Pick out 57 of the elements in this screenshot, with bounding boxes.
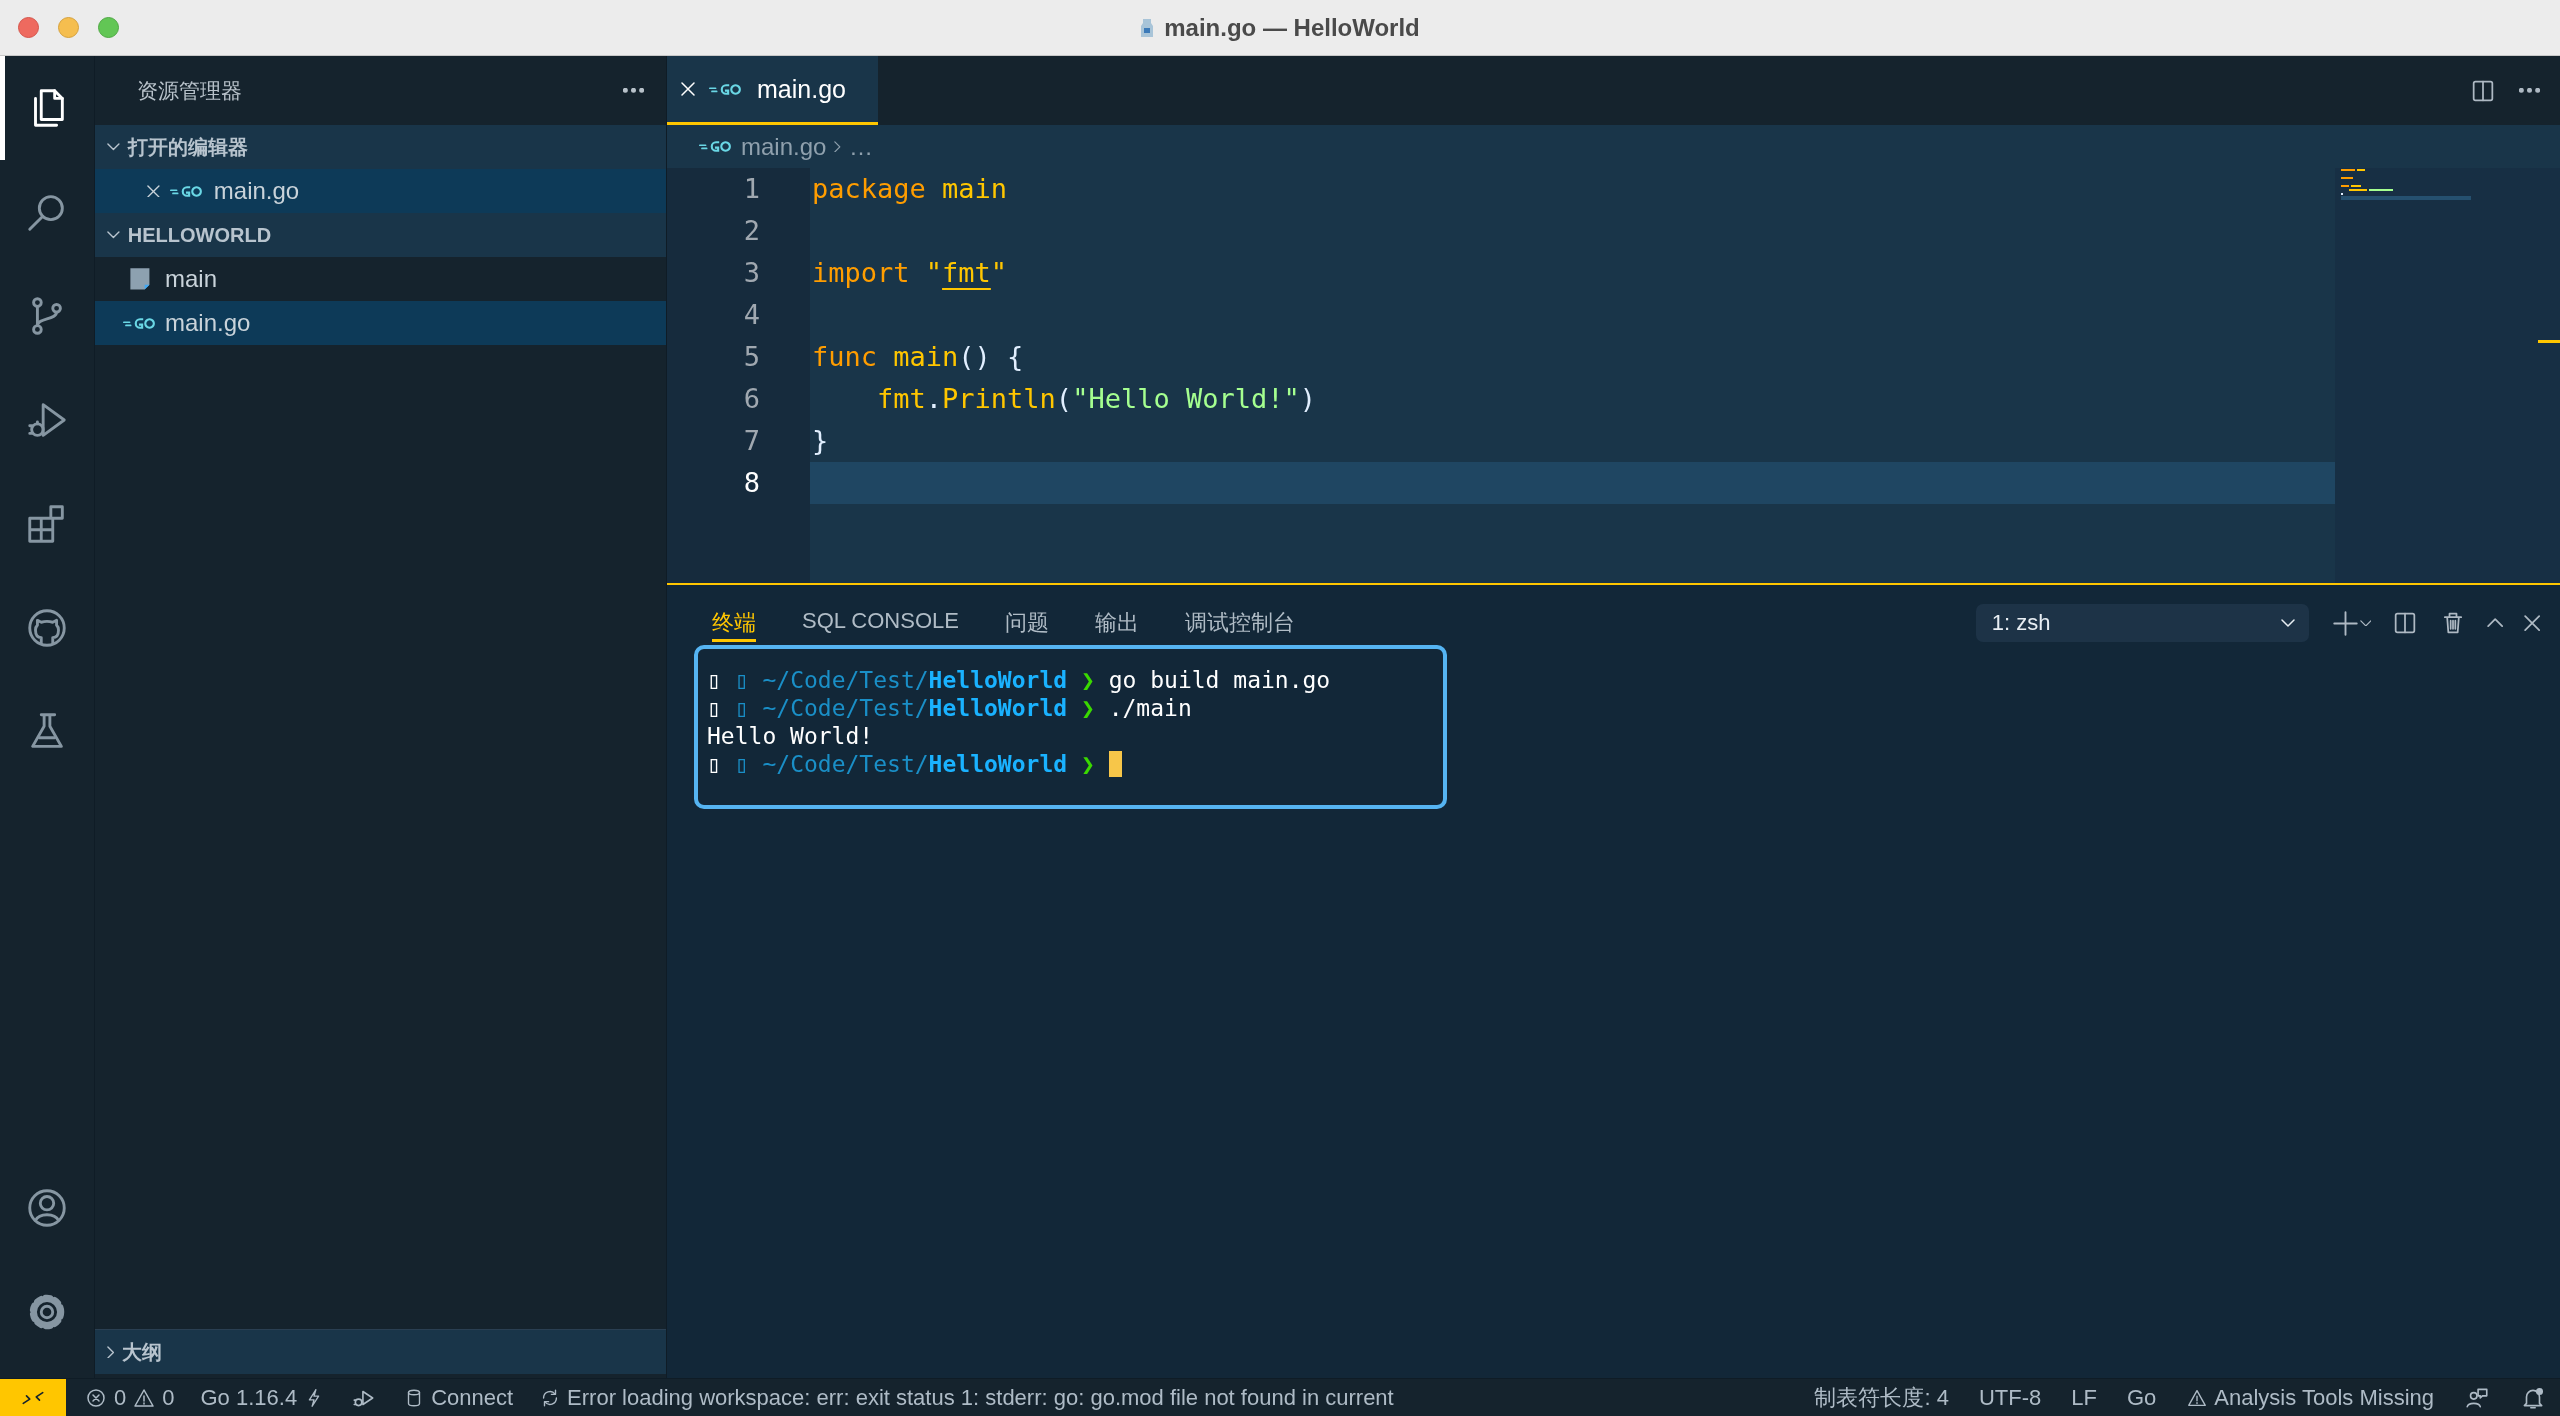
close-window-button[interactable]: [18, 17, 39, 38]
panel-tab[interactable]: 调试控制台: [1184, 604, 1295, 642]
chevron-down-icon[interactable]: [2359, 619, 2372, 627]
analysis-warning-button[interactable]: Analysis Tools Missing: [2186, 1379, 2434, 1416]
sidebar-title: 资源管理器: [137, 77, 242, 104]
terminal-line: ▯ ▯ ~/Code/Test/HelloWorld ❯ ./main: [707, 694, 1192, 722]
file-tree-item[interactable]: main: [95, 257, 666, 301]
terminal-line: ▯ ▯ ~/Code/Test/HelloWorld ❯ go build main.go: [707, 666, 1331, 694]
section-header[interactable]: HELLOWORLD: [95, 213, 666, 257]
panel-tab[interactable]: SQL CONSOLE: [802, 604, 959, 642]
panel-tab[interactable]: 终端: [712, 604, 756, 642]
window-title: main.go — HelloWorld: [1164, 13, 1420, 42]
more-icon[interactable]: [2519, 88, 2540, 93]
line-number: 8: [742, 466, 761, 500]
more-icon[interactable]: [623, 88, 644, 93]
file-icon: [1140, 17, 1155, 38]
go-file-icon: [699, 138, 733, 155]
problems-button[interactable]: 0 0: [84, 1379, 175, 1416]
status-item[interactable]: Go: [2126, 1379, 2157, 1416]
code-line: import "fmt": [812, 257, 1008, 288]
status-item[interactable]: UTF-8: [1978, 1379, 2042, 1416]
code-line: }: [812, 425, 829, 456]
code-line: func main() {: [812, 341, 1024, 372]
chevron-down-icon: [2280, 619, 2295, 627]
line-number: 6: [742, 382, 761, 416]
section-header[interactable]: 大纲: [95, 1329, 666, 1374]
workspace-status[interactable]: Error loading workspace: err: exit status 1: stderr: go: go.mod file not found in current: [539, 1379, 1394, 1416]
breadcrumb-item[interactable]: main.go: [741, 132, 827, 161]
terminal-select[interactable]: 1: zsh: [1975, 604, 2309, 642]
close-icon[interactable]: [147, 184, 160, 198]
go-version-button[interactable]: Go 1.16.4: [200, 1379, 326, 1416]
status-item[interactable]: 制表符长度: 4: [1814, 1379, 1949, 1416]
line-number: 1: [742, 172, 761, 206]
scroll-marker: [2538, 340, 2560, 343]
panel-tab[interactable]: 问题: [1004, 604, 1049, 642]
terminal-line: Hello World!: [707, 722, 874, 750]
breadcrumb-item[interactable]: …: [849, 132, 874, 161]
connect-button[interactable]: Connect: [403, 1379, 514, 1416]
code-line: package main: [812, 173, 1008, 204]
code-line: fmt.Println("Hello World!"): [876, 383, 1316, 414]
line-number: 4: [742, 298, 761, 332]
file-icon: [128, 267, 152, 291]
line-number: 3: [742, 256, 761, 290]
chevron-right-icon: [834, 140, 842, 153]
open-editor-item[interactable]: main.go: [95, 169, 666, 213]
editor-tab[interactable]: main.go: [667, 56, 878, 125]
terminal-line: ▯ ▯ ~/Code/Test/HelloWorld ❯: [707, 750, 1096, 778]
close-icon[interactable]: [2523, 614, 2540, 632]
plus-icon[interactable]: [2332, 610, 2358, 636]
section-header[interactable]: 打开的编辑器: [95, 125, 666, 169]
panel-tab[interactable]: 输出: [1094, 604, 1139, 642]
line-number: 2: [742, 214, 761, 248]
line-number: 5: [742, 340, 761, 374]
status-item[interactable]: LF: [2071, 1379, 2097, 1416]
chevron-up-icon[interactable]: [2487, 618, 2504, 628]
line-number: 7: [742, 424, 761, 458]
file-tree-item[interactable]: main.go: [95, 301, 666, 345]
